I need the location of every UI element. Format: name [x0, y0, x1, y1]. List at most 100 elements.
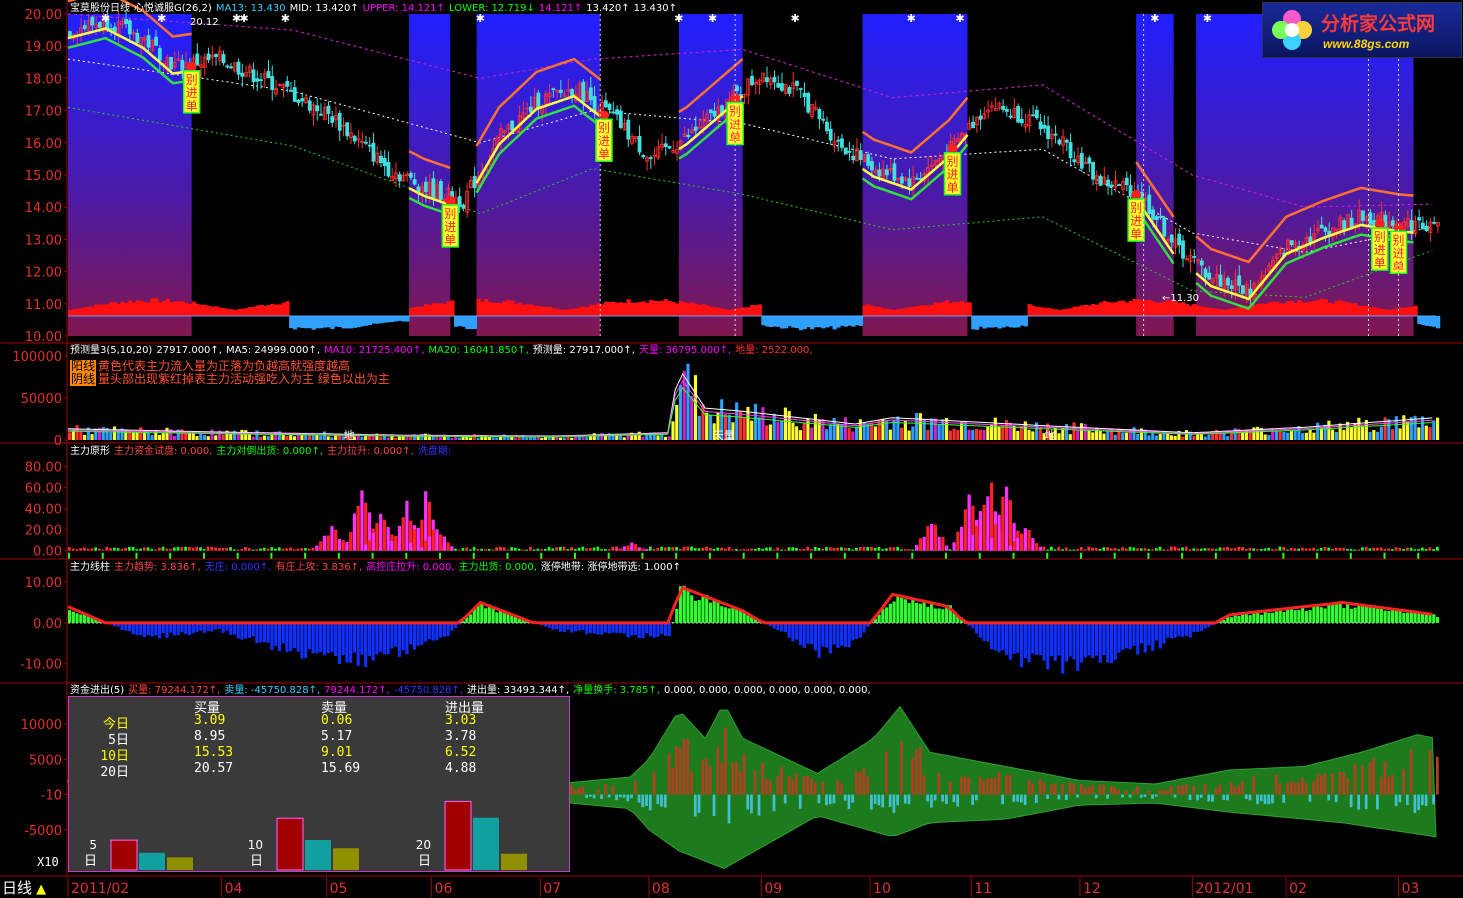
table-bar [333, 848, 359, 870]
period-tab[interactable]: 日线 ▲ [2, 877, 46, 898]
zlyx-spike-bar [638, 547, 641, 550]
osc-bar [982, 316, 986, 329]
osc-bar [851, 316, 855, 327]
volume-bar [518, 437, 521, 440]
header-item: MA10: 21725.400↑, [324, 345, 424, 356]
signal-char: 单 [947, 181, 959, 195]
fund-sell-bar [941, 795, 944, 802]
fund-sell-bar [833, 795, 836, 804]
osc-bar [1267, 302, 1271, 316]
xz-pos-bar [698, 600, 701, 623]
osc-bar [484, 299, 488, 316]
fund-buy-bar [979, 777, 982, 795]
volume-bar [851, 431, 854, 440]
candle-body [900, 177, 903, 183]
xz-neg-bar [1174, 623, 1177, 638]
zlyx-small-bar [784, 550, 787, 551]
osc-bar [656, 301, 660, 316]
osc-bar [870, 306, 874, 316]
fund-sell-bar [641, 795, 644, 808]
header-item: 高控庄拉升: 0.000, [366, 562, 454, 573]
zlyx-small-bar [522, 550, 525, 551]
header-item: -45750.828↑, [394, 685, 463, 696]
osc-bar [383, 316, 387, 323]
volume-bar [473, 434, 476, 440]
volume-bar [799, 430, 802, 440]
candle-body [1208, 273, 1211, 279]
volume-bar [776, 422, 779, 440]
signal-char: 单 [729, 131, 741, 145]
y-tick-label: 0 [54, 434, 62, 449]
xz-neg-bar [821, 623, 824, 647]
fund-buy-bar [668, 753, 671, 794]
zlyx-small-bar [720, 548, 723, 551]
osc-bar [836, 316, 840, 328]
osc-bar [143, 302, 147, 316]
zlyx-small-bar [289, 548, 292, 551]
volume-bar [1226, 436, 1229, 440]
site-logo[interactable]: 分析家公式网 www.88gs.com [1262, 2, 1462, 58]
zlyx-tick [1316, 553, 1318, 559]
xz-neg-bar [390, 623, 393, 649]
xz-pos-bar [713, 599, 716, 623]
fund-buy-bar [1219, 785, 1222, 795]
zlyx-small-bar [728, 547, 731, 551]
xz-neg-bar [240, 623, 243, 640]
osc-bar [1222, 310, 1226, 316]
xz-neg-bar [188, 623, 191, 635]
zlyx-small-bar [1215, 549, 1218, 551]
xz-pos-bar [746, 615, 749, 623]
osc-bar [139, 301, 143, 316]
osc-bar [915, 306, 919, 316]
zlyx-small-bar [1320, 548, 1323, 551]
header-item: 有庄上攻: 3.836↑, [275, 562, 362, 573]
xz-pos-bar [1380, 607, 1383, 623]
volume-bar [660, 435, 663, 440]
zlyx-small-bar [270, 547, 273, 551]
xz-neg-bar [143, 623, 146, 637]
candle-body [537, 93, 540, 109]
volume-bar [953, 429, 956, 440]
header-item: MA5: 24999.000↑, [226, 345, 320, 356]
volume-bar [1005, 420, 1008, 440]
candle-body [338, 113, 341, 130]
zlyx-small-bar [87, 549, 90, 551]
fund-sell-bar [930, 795, 933, 808]
fund-sell-bar [713, 795, 716, 817]
zlyx-small-bar [874, 548, 877, 551]
zlyx-small-bar [836, 548, 839, 551]
zlyx-small-bar [150, 549, 153, 551]
zlyx-small-bar [1166, 550, 1169, 551]
zlyx-small-bar [1211, 548, 1214, 550]
osc-bar [544, 307, 548, 316]
osc-bar [1399, 308, 1403, 316]
osc-bar [282, 303, 286, 316]
osc-bar [447, 301, 451, 316]
osc-bar [1110, 303, 1114, 316]
candle-body [859, 151, 862, 160]
table-bar [445, 801, 471, 870]
zlyx-small-bar [510, 547, 513, 551]
osc-bar [578, 307, 582, 316]
candle-body [878, 170, 881, 176]
candle-body [1092, 162, 1095, 179]
osc-bar [192, 302, 196, 316]
osc-bar [660, 301, 664, 316]
osc-bar [225, 309, 229, 316]
zlyx-spike-bar [360, 490, 363, 550]
osc-bar [1072, 307, 1076, 316]
osc-bar [1230, 309, 1234, 316]
candle-body [773, 77, 776, 82]
zlyx-spike-bar [327, 535, 330, 550]
xz-pos-bar [1256, 612, 1259, 622]
candle-body [1343, 221, 1346, 230]
fund-sell-bar [1226, 795, 1229, 801]
osc-bar [405, 316, 409, 322]
zlyx-spike-bar [435, 529, 438, 550]
candle-body [713, 111, 716, 116]
fund-sell-bar [1414, 795, 1417, 813]
fund-sell-bar [1020, 795, 1023, 803]
candle-body [1047, 126, 1050, 139]
fund-sell-bar [630, 795, 633, 799]
fund-buy-bar [1252, 776, 1255, 794]
